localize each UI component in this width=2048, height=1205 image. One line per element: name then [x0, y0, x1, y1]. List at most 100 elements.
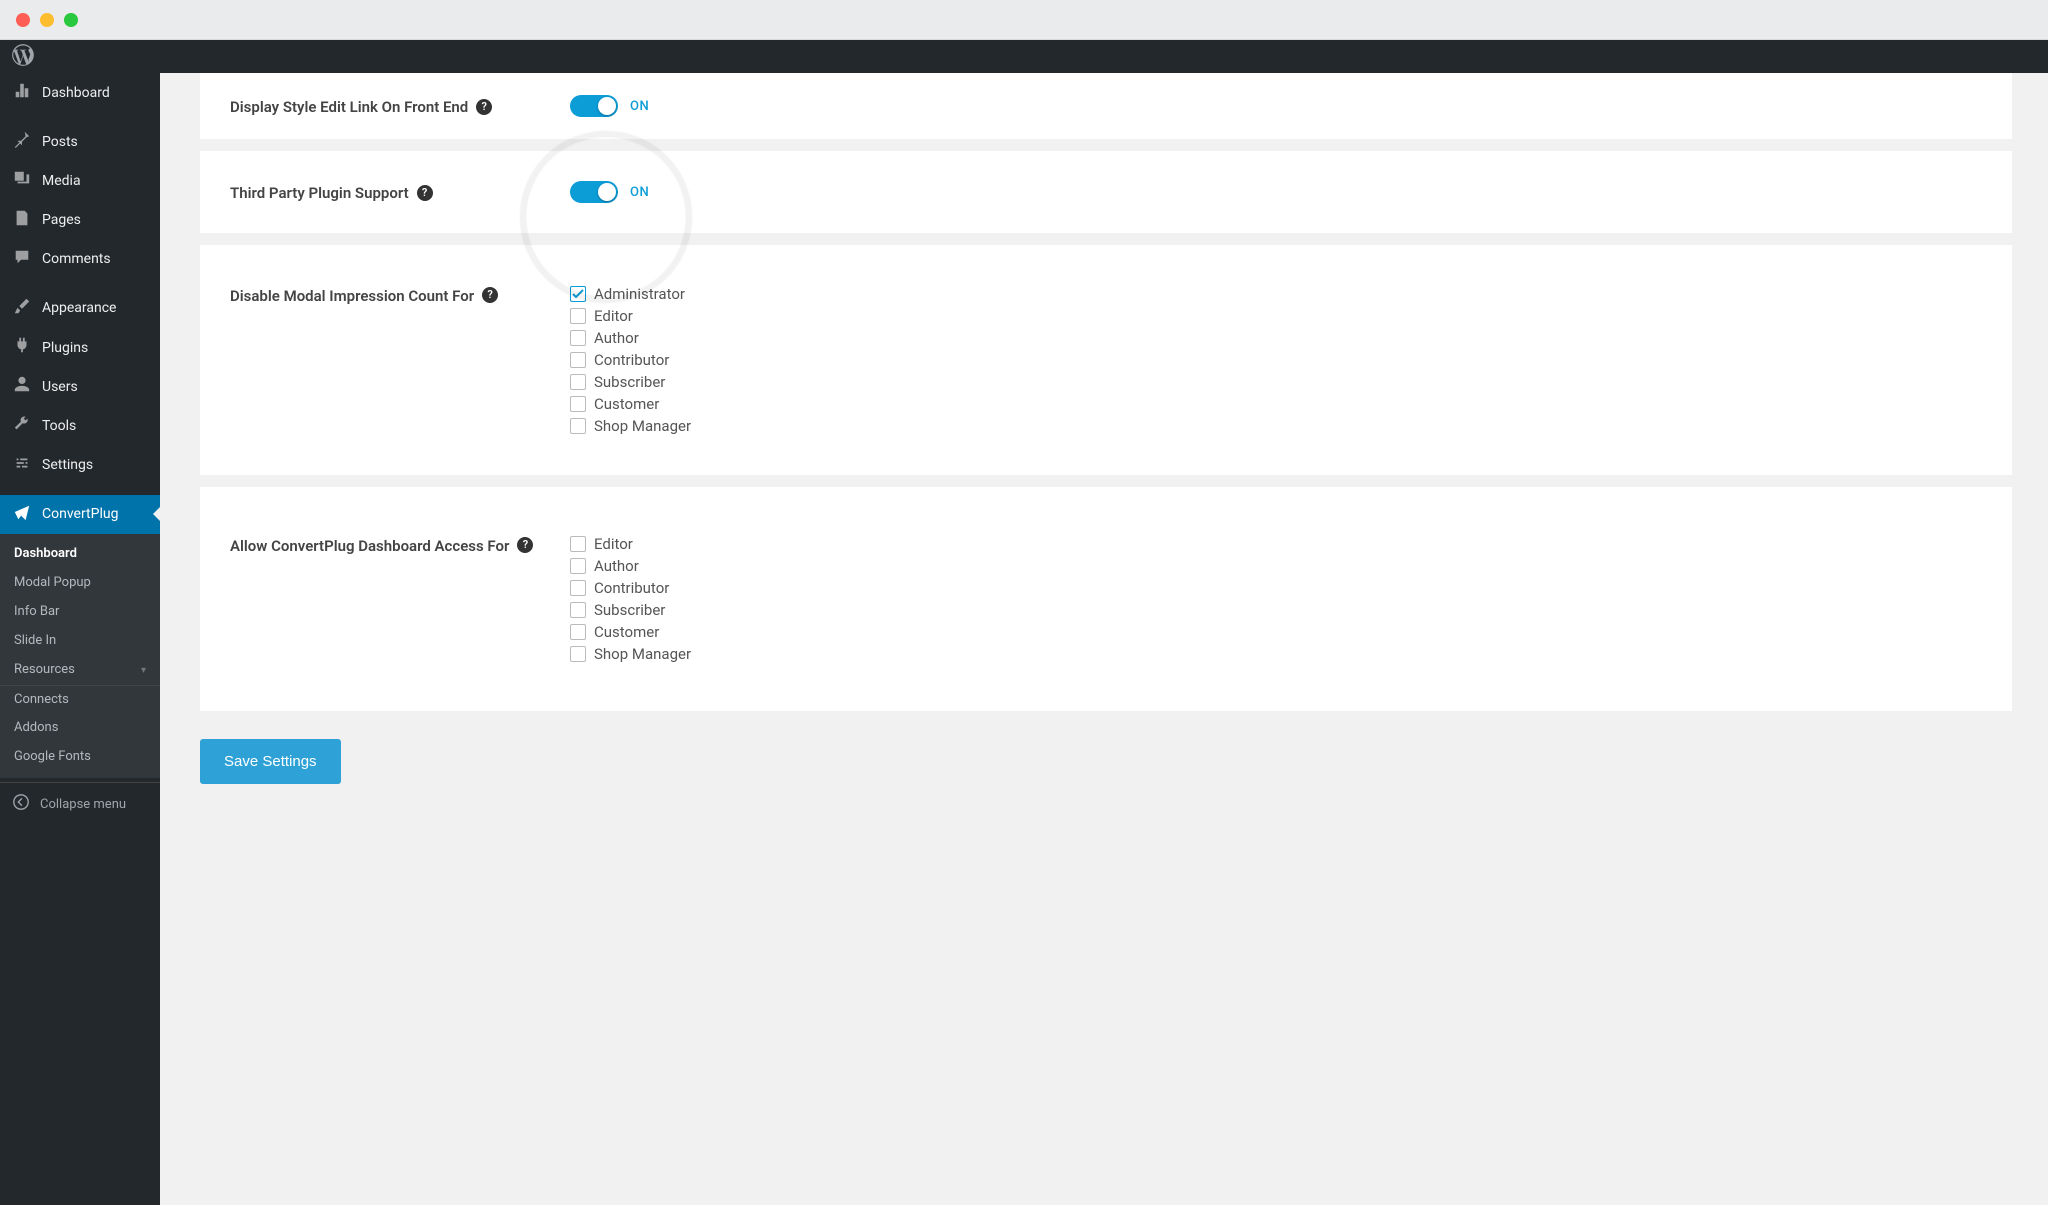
sidebar-item-label: ConvertPlug	[42, 505, 118, 523]
dashboard-icon	[12, 81, 32, 104]
checkbox[interactable]	[570, 536, 586, 552]
sidebar-item-label: Appearance	[42, 299, 116, 317]
wp-admin-bar	[0, 40, 2048, 73]
checkbox-label: Author	[594, 329, 639, 347]
tools-icon	[12, 415, 32, 438]
checkbox-label: Shop Manager	[594, 645, 691, 663]
checkbox-label: Subscriber	[594, 373, 665, 391]
sidebar-item-convertplug[interactable]: ConvertPlug	[0, 495, 160, 534]
role-checklist: Administrator Editor Author Contributor Subs…	[570, 285, 1982, 435]
sidebar-item-pages[interactable]: Pages	[0, 201, 160, 240]
checkbox[interactable]	[570, 352, 586, 368]
maximize-window-dot[interactable]	[64, 13, 78, 27]
send-icon	[12, 503, 32, 526]
sidebar-item-label: Users	[42, 378, 78, 396]
checkbox-label: Contributor	[594, 579, 669, 597]
help-icon[interactable]: ?	[517, 537, 533, 553]
checkbox-label: Subscriber	[594, 601, 665, 619]
help-icon[interactable]: ?	[417, 185, 433, 201]
sidebar-item-label: Media	[42, 172, 81, 190]
collapse-label: Collapse menu	[40, 797, 126, 814]
checkbox-item[interactable]: Contributor	[570, 579, 1982, 597]
sidebar-item-appearance[interactable]: Appearance	[0, 289, 160, 328]
checkbox-item[interactable]: Shop Manager	[570, 645, 1982, 663]
role-checklist: Editor Author Contributor Subscriber Custome…	[570, 535, 1982, 663]
settings-content: Display Style Edit Link On Front End ? O…	[160, 73, 2048, 1205]
help-icon[interactable]: ?	[476, 99, 492, 115]
submenu-item-info-bar[interactable]: Info Bar	[0, 598, 160, 627]
checkbox[interactable]	[570, 646, 586, 662]
checkbox[interactable]	[570, 286, 586, 302]
checkbox-item[interactable]: Subscriber	[570, 373, 1982, 391]
submenu-item-connects[interactable]: Connects	[0, 686, 160, 715]
checkbox-label: Customer	[594, 623, 659, 641]
sidebar-item-comments[interactable]: Comments	[0, 240, 160, 279]
sidebar-item-tools[interactable]: Tools	[0, 407, 160, 446]
submenu-item-addons[interactable]: Addons	[0, 714, 160, 743]
sidebar-item-label: Tools	[42, 417, 76, 435]
admin-sidebar: Dashboard Posts Media Pages Comments App…	[0, 73, 160, 1205]
checkbox[interactable]	[570, 418, 586, 434]
checkbox-item[interactable]: Subscriber	[570, 601, 1982, 619]
checkbox-label: Editor	[594, 535, 633, 553]
pages-icon	[12, 209, 32, 232]
collapse-menu-button[interactable]: Collapse menu	[0, 782, 160, 827]
checkbox-item[interactable]: Shop Manager	[570, 417, 1982, 435]
checkbox[interactable]	[570, 558, 586, 574]
submenu-item-dashboard[interactable]: Dashboard	[0, 540, 160, 569]
checkbox[interactable]	[570, 602, 586, 618]
plug-icon	[12, 336, 32, 359]
setting-label: Disable Modal Impression Count For	[230, 287, 474, 305]
submenu-item-resources[interactable]: Resources ▾	[0, 656, 160, 685]
users-icon	[12, 375, 32, 398]
checkbox[interactable]	[570, 330, 586, 346]
setting-label: Third Party Plugin Support	[230, 184, 409, 202]
checkbox-item[interactable]: Customer	[570, 623, 1982, 641]
checkbox[interactable]	[570, 396, 586, 412]
sidebar-item-settings[interactable]: Settings	[0, 446, 160, 485]
minimize-window-dot[interactable]	[40, 13, 54, 27]
setting-row-dashboard-access: Allow ConvertPlug Dashboard Access For ?…	[200, 487, 2012, 711]
checkbox-label: Author	[594, 557, 639, 575]
save-settings-button[interactable]: Save Settings	[200, 739, 341, 784]
toggle-third-party[interactable]	[570, 181, 618, 203]
sidebar-item-media[interactable]: Media	[0, 161, 160, 200]
close-window-dot[interactable]	[16, 13, 30, 27]
checkbox[interactable]	[570, 374, 586, 390]
checkbox-item[interactable]: Customer	[570, 395, 1982, 413]
sidebar-item-label: Dashboard	[42, 84, 110, 102]
sidebar-item-users[interactable]: Users	[0, 367, 160, 406]
sidebar-item-posts[interactable]: Posts	[0, 122, 160, 161]
wordpress-logo-icon[interactable]	[12, 44, 34, 70]
checkbox-label: Shop Manager	[594, 417, 691, 435]
checkbox-item[interactable]: Editor	[570, 535, 1982, 553]
checkbox[interactable]	[570, 308, 586, 324]
help-icon[interactable]: ?	[482, 287, 498, 303]
checkbox-item[interactable]: Author	[570, 329, 1982, 347]
window-chrome	[0, 0, 2048, 40]
sidebar-item-dashboard[interactable]: Dashboard	[0, 73, 160, 112]
convertplug-submenu: Dashboard Modal Popup Info Bar Slide In …	[0, 534, 160, 778]
checkbox-item[interactable]: Contributor	[570, 351, 1982, 369]
sidebar-item-label: Comments	[42, 250, 111, 268]
setting-label: Display Style Edit Link On Front End	[230, 98, 468, 116]
toggle-edit-link[interactable]	[570, 95, 618, 117]
checkbox-label: Customer	[594, 395, 659, 413]
sidebar-item-plugins[interactable]: Plugins	[0, 328, 160, 367]
settings-icon	[12, 454, 32, 477]
checkbox-item[interactable]: Author	[570, 557, 1982, 575]
comments-icon	[12, 248, 32, 271]
sidebar-item-label: Plugins	[42, 339, 88, 357]
media-icon	[12, 169, 32, 192]
checkbox-item[interactable]: Administrator	[570, 285, 1982, 303]
setting-row-disable-impression: Disable Modal Impression Count For ? Adm…	[200, 245, 2012, 475]
submenu-item-modal-popup[interactable]: Modal Popup	[0, 569, 160, 598]
checkbox-item[interactable]: Editor	[570, 307, 1982, 325]
checkbox[interactable]	[570, 580, 586, 596]
chevron-down-icon: ▾	[141, 664, 146, 677]
checkbox-label: Contributor	[594, 351, 669, 369]
submenu-item-google-fonts[interactable]: Google Fonts	[0, 743, 160, 772]
checkbox[interactable]	[570, 624, 586, 640]
toggle-state-label: ON	[630, 99, 649, 114]
submenu-item-slide-in[interactable]: Slide In	[0, 627, 160, 656]
